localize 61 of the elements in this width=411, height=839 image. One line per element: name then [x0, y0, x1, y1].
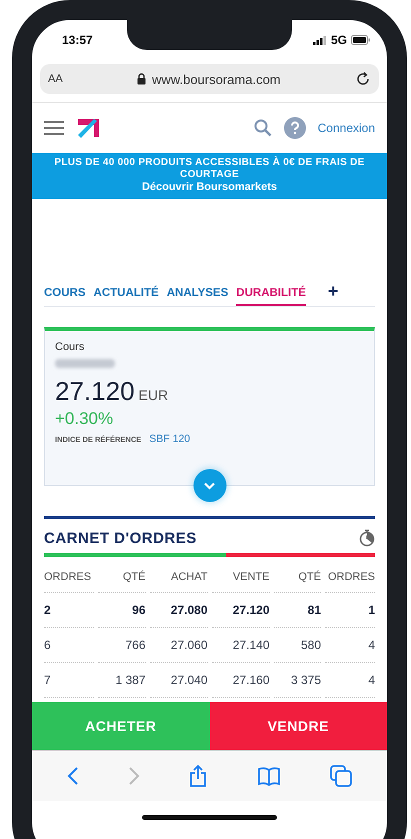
more-tabs-button[interactable]: +	[328, 281, 338, 306]
help-icon[interactable]	[284, 117, 306, 139]
quote-label: Cours	[55, 341, 84, 353]
blurred-name-placeholder	[55, 359, 115, 368]
column-header: VENTE	[212, 557, 270, 593]
sell-button[interactable]: VENDRE	[210, 702, 387, 750]
address-bar[interactable]: AA www.boursorama.com	[40, 64, 379, 94]
column-header: ORDRES	[325, 557, 375, 593]
table-cell: 1 387	[98, 663, 146, 698]
price-change: +0.30%	[55, 409, 114, 429]
table-cell: 27.040	[150, 663, 208, 698]
table-cell: 4	[325, 663, 375, 698]
text-size-button[interactable]: AA	[48, 73, 63, 85]
index-link[interactable]: SBF 120	[149, 433, 190, 445]
logo-icon[interactable]	[76, 116, 100, 140]
table-cell: 27.160	[212, 663, 270, 698]
banner-link[interactable]: Découvrir Boursomarkets	[142, 181, 278, 194]
table-cell: 96	[98, 593, 146, 628]
price-value: 27.120	[55, 376, 135, 407]
signal-icon	[312, 36, 327, 44]
table-cell: 7	[44, 663, 94, 698]
back-icon[interactable]	[66, 766, 79, 786]
nav-tab[interactable]: ANALYSES	[166, 283, 228, 306]
expand-button[interactable]	[193, 469, 226, 502]
table-cell: 6	[44, 628, 94, 663]
section-title: CARNET D'ORDRES	[44, 530, 197, 546]
stopwatch-icon[interactable]	[359, 529, 375, 547]
table-cell: 1	[325, 593, 375, 628]
reload-icon[interactable]	[354, 71, 371, 87]
column-header: QTÉ	[274, 557, 321, 593]
nav-tab[interactable]: DURABILITÉ	[236, 283, 306, 306]
chevron-down-icon	[204, 482, 216, 490]
table-cell: 2	[44, 593, 94, 628]
tabs-icon[interactable]	[330, 765, 352, 787]
table-cell: 27.140	[212, 628, 270, 663]
banner-text: PLUS DE 40 000 PRODUITS ACCESSIBLES À 0€ DE FRAIS DE COURTAGE	[53, 157, 366, 181]
table-cell: 3 375	[274, 663, 321, 698]
url-text: www.boursorama.com	[152, 72, 281, 86]
table-cell: 27.120	[212, 593, 270, 628]
bookmarks-icon[interactable]	[256, 766, 281, 786]
network-label: 5G	[330, 33, 347, 47]
table-cell: 27.080	[150, 593, 208, 628]
search-icon[interactable]	[254, 119, 272, 137]
table-cell: 27.060	[150, 628, 208, 663]
column-header: ACHAT	[150, 557, 208, 593]
column-header: ORDRES	[44, 557, 94, 593]
share-icon[interactable]	[189, 764, 208, 788]
login-link[interactable]: Connexion	[318, 121, 375, 135]
promo-banner[interactable]: PLUS DE 40 000 PRODUITS ACCESSIBLES À 0€ DE FRAIS DE COURTAGE Découvrir Boursomarkets	[32, 153, 387, 199]
status-time: 13:57	[62, 33, 93, 47]
column-header: QTÉ	[98, 557, 146, 593]
table-cell: 4	[325, 628, 375, 663]
currency-label: EUR	[138, 387, 168, 403]
nav-tab[interactable]: ACTUALITÉ	[94, 283, 159, 306]
table-cell: 580	[274, 628, 321, 663]
lock-icon	[137, 73, 146, 85]
battery-icon	[351, 35, 371, 45]
table-cell: 766	[98, 628, 146, 663]
nav-tab[interactable]: COURS	[44, 283, 86, 306]
menu-icon[interactable]	[44, 121, 64, 135]
table-cell: 81	[274, 593, 321, 628]
